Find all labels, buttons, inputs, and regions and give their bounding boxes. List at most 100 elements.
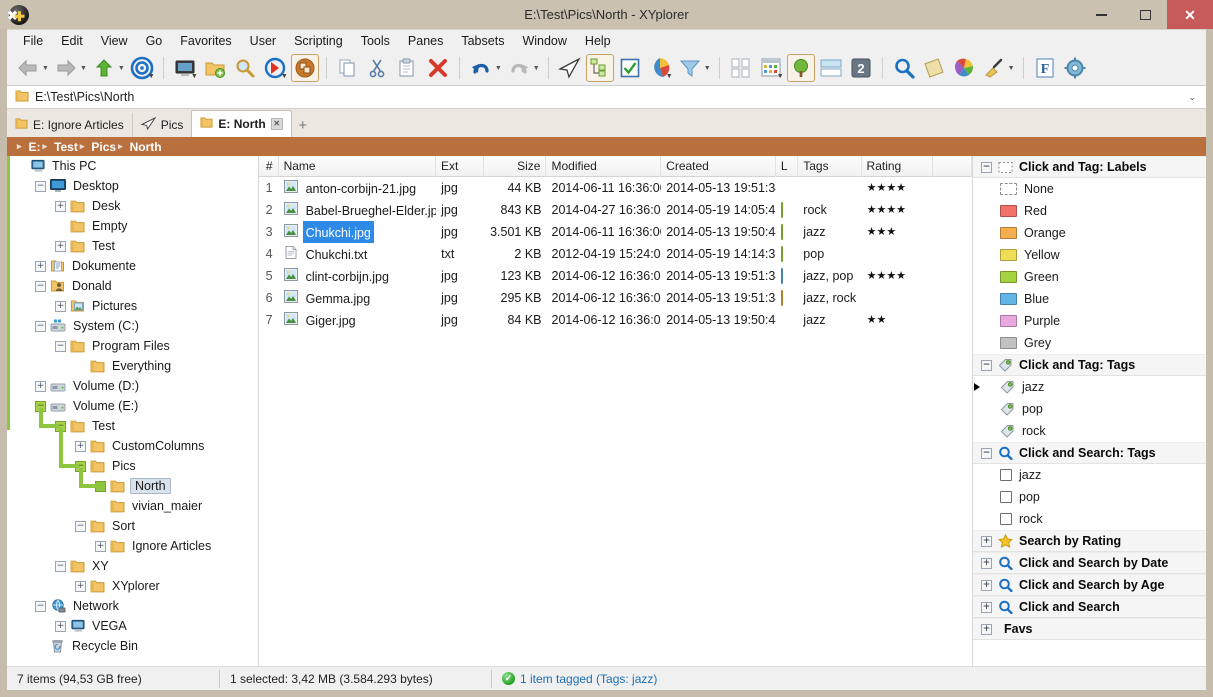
thumbnail-view-icon[interactable] <box>727 54 755 82</box>
catalog-section-favs[interactable]: + Favs <box>973 618 1206 640</box>
column-header--[interactable]: # <box>259 156 279 177</box>
tree-item-north[interactable]: North <box>7 476 258 496</box>
back-dropdown-icon[interactable]: ▼ <box>42 65 49 72</box>
breadcrumb-item-pics[interactable]: Pics <box>91 140 116 154</box>
menu-tools[interactable]: Tools <box>352 31 399 51</box>
configuration-gear-icon[interactable] <box>1061 54 1089 82</box>
tree-item-dokumente[interactable]: + Dokumente <box>7 256 258 276</box>
tree-expand-icon[interactable]: + <box>981 557 992 569</box>
tree-item-network[interactable]: − Network <box>7 596 258 616</box>
tree-collapse-icon[interactable]: − <box>75 520 86 532</box>
up-icon[interactable] <box>90 54 118 82</box>
tree-expand-icon[interactable]: + <box>35 260 46 272</box>
cut-icon[interactable] <box>364 54 392 82</box>
tree-item-sort[interactable]: − Sort <box>7 516 258 536</box>
catalog-item-grey[interactable]: Grey <box>973 332 1206 354</box>
catalog-section-click-and-search-by-age[interactable]: + Click and Search by Age <box>973 574 1206 596</box>
tree-expand-icon[interactable]: + <box>981 579 992 591</box>
menu-window[interactable]: Window <box>513 31 575 51</box>
delete-icon[interactable] <box>424 54 452 82</box>
tree-item-xy[interactable]: − XY <box>7 556 258 576</box>
find-files-icon[interactable] <box>231 54 259 82</box>
catalog-section-click-and-search-tags[interactable]: − Click and Search: Tags <box>973 442 1206 464</box>
disk-usage-icon[interactable]: ▼ <box>646 54 674 82</box>
target-history-icon[interactable]: ▼ <box>128 54 156 82</box>
table-row[interactable]: 1 anton-corbijn-21.jpg jpg 44 KB 2014-06-11 … <box>259 177 972 199</box>
tree-collapse-icon[interactable]: − <box>35 180 46 192</box>
breadcrumb-item-e[interactable]: E: <box>29 140 41 154</box>
tree-expand-icon[interactable]: + <box>55 200 66 212</box>
tree-collapse-icon[interactable]: − <box>35 320 46 332</box>
tree-item-volume-d-[interactable]: + Volume (D:) <box>7 376 258 396</box>
copy-to-icon[interactable] <box>290 54 319 82</box>
dual-pane-horizontal-icon[interactable] <box>817 54 845 82</box>
menu-help[interactable]: Help <box>576 31 620 51</box>
copy-icon[interactable] <box>334 54 362 82</box>
breadcrumb-item-north[interactable]: North <box>130 140 162 154</box>
menu-panes[interactable]: Panes <box>399 31 452 51</box>
desktop-dropdown-icon[interactable]: ▼ <box>191 73 198 80</box>
column-header-name[interactable]: Name <box>279 156 437 177</box>
column-header-l[interactable]: L <box>776 156 799 177</box>
back-icon[interactable] <box>14 54 42 82</box>
menu-user[interactable]: User <box>241 31 285 51</box>
table-row[interactable]: 3 Chukchi.jpg jpg 3.501 KB 2014-06-11 16:36:… <box>259 221 972 243</box>
column-header-ext[interactable]: Ext <box>436 156 485 177</box>
tree-collapse-icon[interactable]: − <box>981 447 992 459</box>
redo-icon[interactable] <box>505 54 533 82</box>
checkbox-jazz[interactable] <box>1000 469 1012 481</box>
new-tab-button[interactable]: + <box>292 113 314 137</box>
tree-item-test[interactable]: + Test <box>7 236 258 256</box>
column-header-blank[interactable] <box>933 156 972 177</box>
paste-icon[interactable] <box>394 54 422 82</box>
maximize-button[interactable] <box>1123 0 1167 29</box>
catalog-section-click-and-tag-labels[interactable]: − Click and Tag: Labels <box>973 156 1206 178</box>
table-row[interactable]: 7 Giger.jpg jpg 84 KB 2014-06-12 16:36:00 201… <box>259 309 972 331</box>
tree-expand-icon[interactable]: + <box>75 440 86 452</box>
column-header-created[interactable]: Created <box>661 156 776 177</box>
tree-collapse-icon[interactable]: − <box>35 600 46 612</box>
new-folder-icon[interactable] <box>201 54 229 82</box>
tree-item-desk[interactable]: + Desk <box>7 196 258 216</box>
redo-dropdown-icon[interactable]: ▼ <box>533 65 540 72</box>
go-to-icon[interactable]: ▼ <box>261 54 289 82</box>
breadcrumb-item-test[interactable]: Test <box>54 140 78 154</box>
menu-favorites[interactable]: Favorites <box>171 31 240 51</box>
catalog-item-none[interactable]: None <box>973 178 1206 200</box>
tree-expand-icon[interactable]: + <box>55 620 66 632</box>
column-header-rating[interactable]: Rating <box>862 156 934 177</box>
tab-north[interactable]: E: North ✕ <box>191 110 292 137</box>
paintbrush-icon[interactable] <box>980 54 1008 82</box>
forward-icon[interactable] <box>52 54 80 82</box>
menu-edit[interactable]: Edit <box>52 31 92 51</box>
highlight-icon[interactable] <box>920 54 948 82</box>
go-to-dropdown-icon[interactable]: ▼ <box>281 73 288 80</box>
table-row[interactable]: 4 Chukchi.txt txt 2 KB 2012-04-19 15:24:06 20… <box>259 243 972 265</box>
checkbox-select-icon[interactable] <box>616 54 644 82</box>
tree-item-volume-e-[interactable]: − Volume (E:) <box>7 396 258 416</box>
tree-expand-icon[interactable]: + <box>55 300 66 312</box>
menu-file[interactable]: File <box>14 31 52 51</box>
undo-dropdown-icon[interactable]: ▼ <box>495 65 502 72</box>
tree-item-system-c-[interactable]: − System (C:) <box>7 316 258 336</box>
catalog-item-rock[interactable]: rock <box>973 420 1206 442</box>
folder-tree[interactable]: This PC − Desktop + Desk Empty + Test + Dokumente… <box>7 156 259 666</box>
column-header-modified[interactable]: Modified <box>546 156 662 177</box>
search-icon[interactable] <box>890 54 918 82</box>
tab-close-icon[interactable]: ✕ <box>270 118 283 130</box>
send-icon[interactable] <box>556 54 584 82</box>
menu-scripting[interactable]: Scripting <box>285 31 352 51</box>
tab-ignore-articles[interactable]: E: Ignore Articles <box>7 113 132 137</box>
tree-collapse-icon[interactable]: − <box>35 280 46 292</box>
catalog-item-orange[interactable]: Orange <box>973 222 1206 244</box>
filter-dropdown-icon[interactable]: ▼ <box>704 65 711 72</box>
paintbrush-dropdown-icon[interactable]: ▼ <box>1008 65 1015 72</box>
tree-collapse-icon[interactable]: − <box>55 340 66 352</box>
desktop-icon[interactable]: ▼ <box>171 54 199 82</box>
catalog-item-green[interactable]: Green <box>973 266 1206 288</box>
menu-go[interactable]: Go <box>137 31 172 51</box>
tree-item-this-pc[interactable]: This PC <box>7 156 258 176</box>
catalog-item-pop[interactable]: pop <box>973 398 1206 420</box>
chevron-down-icon[interactable]: ⌄ <box>1188 92 1196 103</box>
tree-collapse-icon[interactable]: − <box>55 560 66 572</box>
